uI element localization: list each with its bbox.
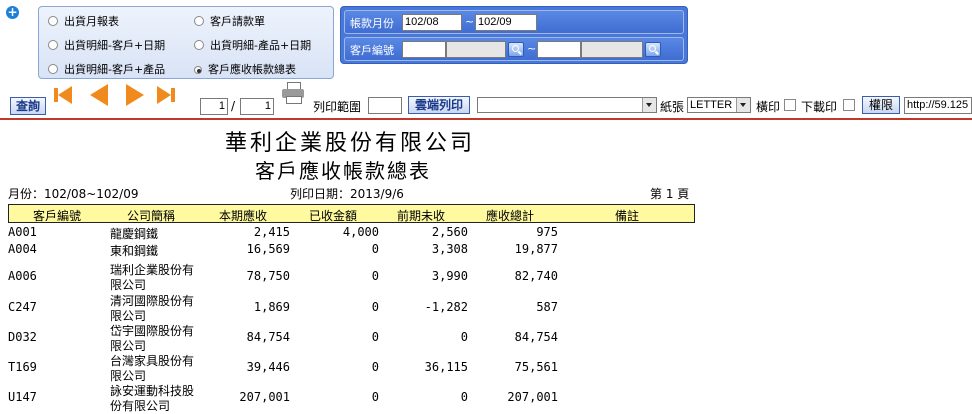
column-header: 前期未收 [397,209,446,223]
radio-dot[interactable] [48,40,58,50]
period-separator: ~ [465,15,475,28]
table-row: T169 台灣家具股份有 限公司 39,446 0 36,115 75,561 [8,354,558,383]
customer-row: 客戶編號 ~ [344,37,684,61]
table-row: U147 詠安運動科技股 份有限公司 207,001 0 0 207,001 [8,384,558,413]
table-row: C247 清河國際股份有 限公司 1,869 0 -1,282 587 [8,294,558,323]
chevron-down-icon[interactable] [736,98,750,112]
column-header: 備註 [615,209,640,223]
customer-from-input[interactable] [402,41,446,58]
printer-select[interactable] [477,97,657,113]
report-title: 客戶應收帳款總表 [255,159,431,183]
first-page-icon[interactable] [58,86,72,104]
period-label: 帳款月份 [350,17,394,30]
report-period: 月份：102/08~102/09 [8,187,139,201]
radio-dot[interactable] [194,16,204,26]
table-row: D032 岱宇國際股份有 限公司 84,754 0 0 84,754 [8,324,558,353]
table-header: 客戶編號 公司簡稱 本期應收 已收金額 前期未收 應收總計 備註 [8,204,695,223]
radio-dot-selected[interactable] [194,66,202,74]
page-current-input[interactable]: 1 [200,98,228,115]
page-separator: / [231,99,236,113]
table-row: A004 東和鋼鐵 16,569 0 3,308 19,877 [8,242,558,258]
column-header: 客戶編號 [33,209,82,223]
cloud-print-button[interactable]: 雲端列印 [408,96,470,114]
paper-label: 紙張 [660,100,685,114]
download-checkbox[interactable] [843,99,855,111]
radio-dot[interactable] [48,16,58,26]
customer-to-input[interactable] [537,41,581,58]
customer-to-name [581,41,643,58]
printer-icon[interactable] [282,82,304,104]
add-icon[interactable]: + [6,6,19,19]
customer-label: 客戶編號 [350,44,394,57]
column-header: 本期應收 [219,209,268,223]
search-icon[interactable] [508,42,524,57]
url-field[interactable]: http://59.125 [904,97,972,114]
radio-customer-invoice[interactable]: 客戶請款單 [194,13,265,29]
criteria-panel: 帳款月份 102/08 ~ 102/09 客戶編號 ~ [340,6,688,64]
radio-dot[interactable] [48,64,58,74]
page-info: 第 1 頁 [650,187,690,201]
prev-page-icon[interactable] [90,84,108,106]
report-type-panel: 出貨月報表 客戶請款單 出貨明細-客戶+日期 出貨明細-產品+日期 出貨明細-客… [38,6,334,79]
print-range-label: 列印範圍 [313,100,362,114]
company-name: 華利企業股份有限公司 [225,131,476,156]
landscape-checkbox[interactable] [784,99,796,111]
page-total-field: 1 [240,98,274,115]
last-page-icon[interactable] [157,86,171,104]
print-range-input[interactable] [368,97,402,114]
radio-receivables-summary[interactable]: 客戶應收帳款總表 [194,61,296,77]
radio-dot[interactable] [194,40,204,50]
chevron-down-icon[interactable] [642,98,656,112]
customer-separator: ~ [527,42,537,55]
landscape-label: 橫印 [756,100,781,114]
radio-detail-customer-date[interactable]: 出貨明細-客戶+日期 [48,37,165,53]
radio-detail-customer-product[interactable]: 出貨明細-客戶+產品 [48,61,165,77]
last-page-bar-icon [171,88,175,102]
period-from-input[interactable]: 102/08 [402,14,462,31]
customer-from-name [446,41,506,58]
permission-button[interactable]: 權限 [862,96,900,114]
print-date: 列印日期：2013/9/6 [290,187,404,201]
query-button[interactable]: 查詢 [10,97,46,115]
column-header: 已收金額 [309,209,358,223]
column-header: 應收總計 [486,209,535,223]
table-row: A001 龍慶鋼鐵 2,415 4,000 2,560 975 [8,225,558,241]
period-to-input[interactable]: 102/09 [475,14,537,31]
next-page-icon[interactable] [126,84,144,106]
radio-detail-product-date[interactable]: 出貨明細-產品+日期 [194,37,311,53]
download-label: 下載印 [801,100,838,114]
column-header: 公司簡稱 [127,209,176,223]
divider-line [0,118,972,120]
search-icon[interactable] [645,42,661,57]
paper-select[interactable]: LETTER [687,97,751,113]
period-row: 帳款月份 102/08 ~ 102/09 [344,10,684,34]
table-row: A006 瑞利企業股份有 限公司 78,750 0 3,990 82,740 [8,263,558,292]
radio-monthly-shipping[interactable]: 出貨月報表 [48,13,119,29]
